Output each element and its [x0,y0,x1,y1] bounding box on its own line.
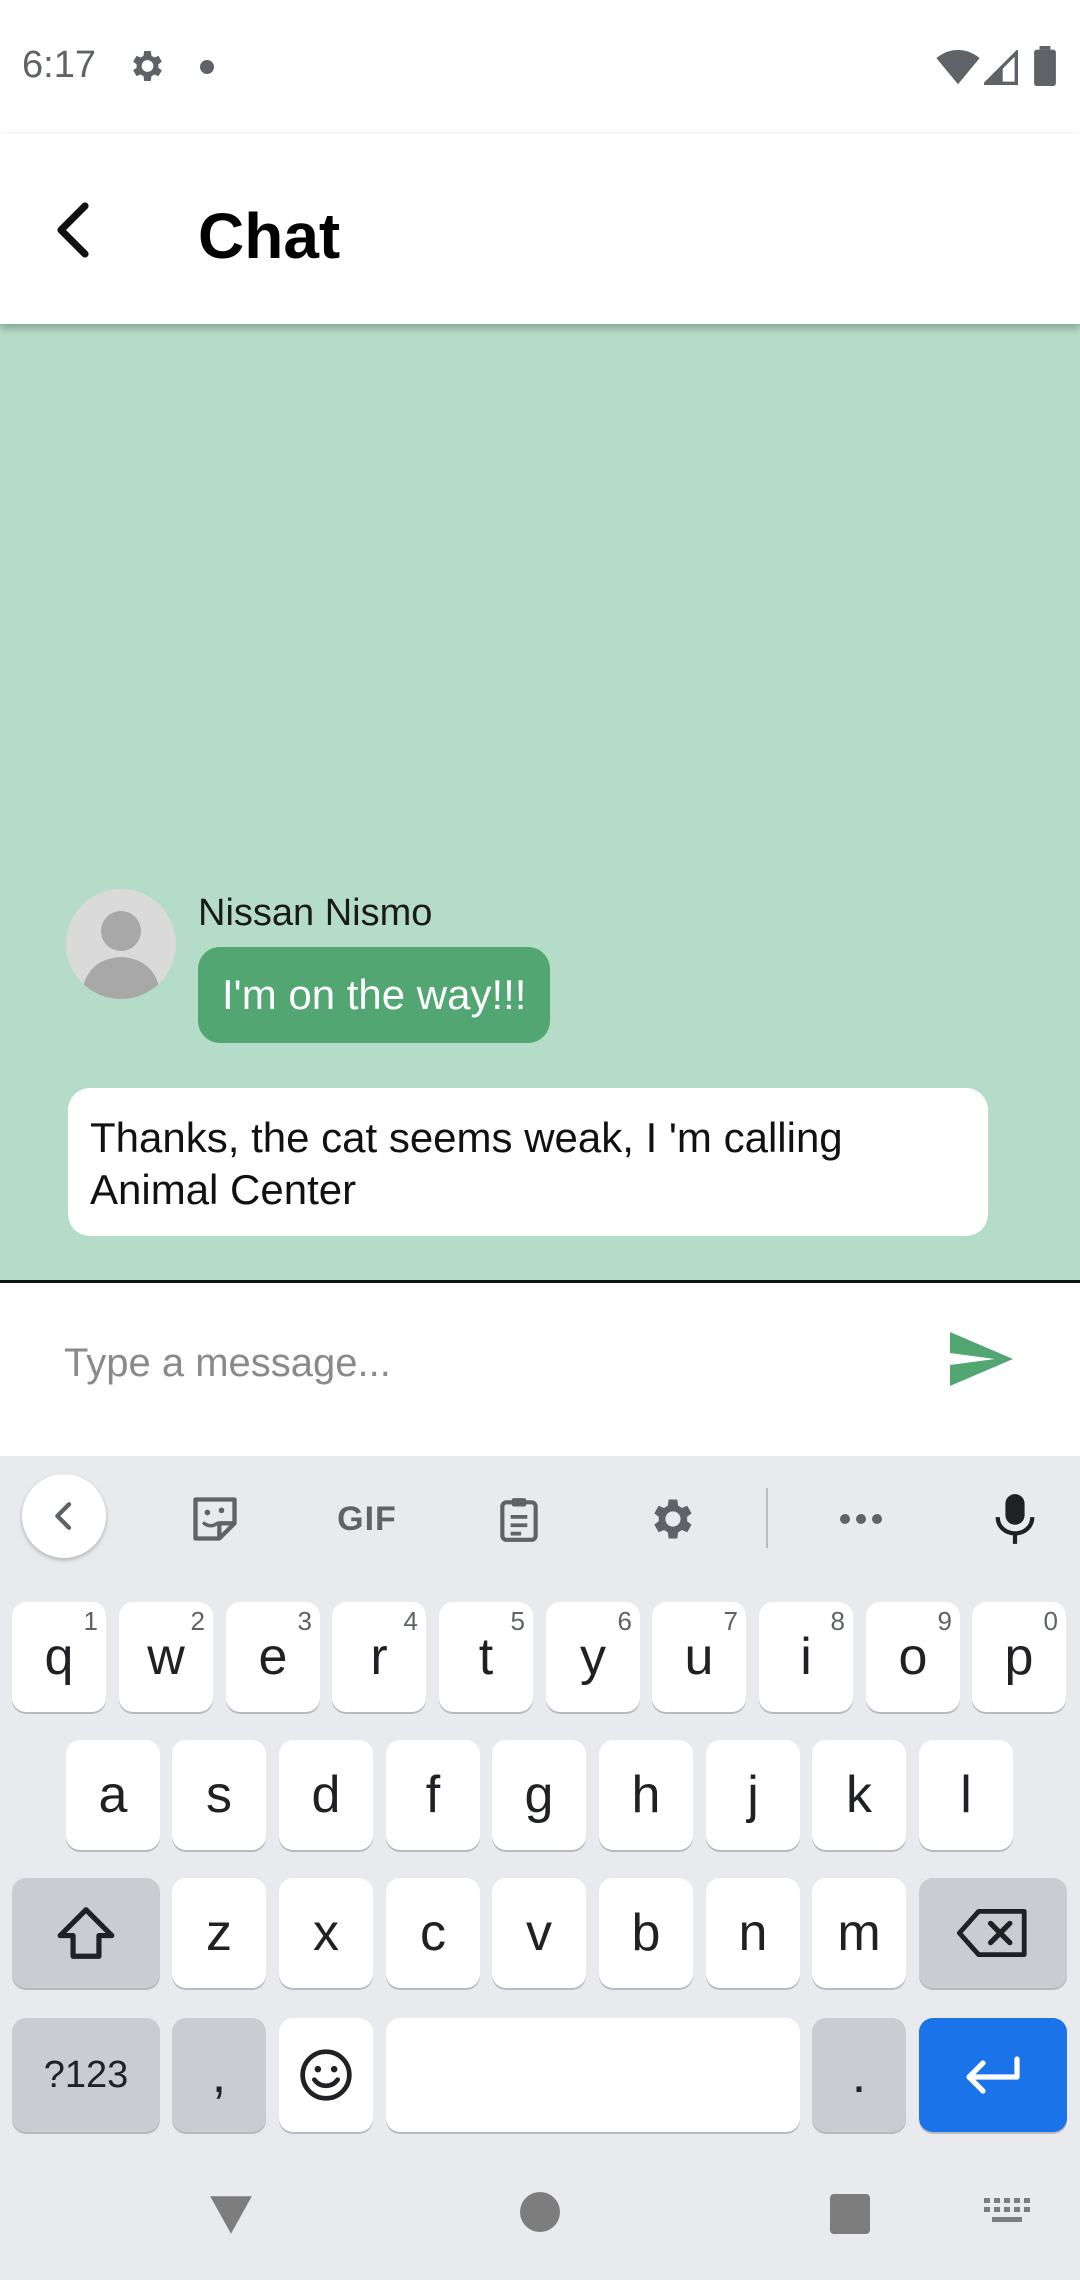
person-icon [81,911,161,999]
clipboard-icon[interactable] [484,1484,554,1554]
backspace-icon [957,1909,1027,1957]
send-icon[interactable] [944,1323,1016,1395]
avatar[interactable] [66,889,176,999]
key-q[interactable]: q1 [12,1602,106,1712]
signal-icon [984,50,1018,85]
enter-icon [966,2056,1020,2094]
page-title: Chat [198,200,341,272]
key-g[interactable]: g [492,1740,586,1850]
battery-icon [1034,46,1056,86]
key-s[interactable]: s [172,1740,266,1850]
key-k[interactable]: k [812,1740,906,1850]
key-n[interactable]: n [706,1878,800,1988]
key-c[interactable]: c [386,1878,480,1988]
gear-icon[interactable] [636,1484,706,1554]
key-b[interactable]: b [599,1878,693,1988]
emoji-key[interactable] [279,2018,373,2132]
wifi-icon [936,50,980,85]
key-e[interactable]: e3 [226,1602,320,1712]
key-m[interactable]: m [812,1878,906,1988]
period-key[interactable]: . [812,2018,906,2132]
gear-icon [133,51,162,81]
incoming-message-bubble[interactable]: I'm on the way!!! [198,947,551,1043]
key-hint: 5 [510,1606,525,1636]
keyboard-toolbar: GIF [0,1456,1080,1580]
gif-button[interactable]: GIF [332,1484,402,1554]
key-y[interactable]: y6 [546,1602,640,1712]
key-p[interactable]: p0 [972,1602,1066,1712]
nav-back-icon[interactable] [206,2190,256,2240]
key-label: i [800,1628,812,1686]
comma-key[interactable]: , [172,2018,266,2132]
key-label: r [370,1628,388,1686]
key-a[interactable]: a [66,1740,160,1850]
key-hint: 9 [937,1606,952,1636]
message-composer [0,1280,1080,1456]
notification-dot-icon [200,60,214,74]
key-v[interactable]: v [492,1878,586,1988]
key-j[interactable]: j [706,1740,800,1850]
outgoing-message-bubble[interactable]: Thanks, the cat seems weak, I 'm calling… [68,1088,988,1236]
navigation-bar [0,2160,1080,2280]
key-l[interactable]: l [919,1740,1013,1850]
status-bar: 6:17 [0,0,1080,134]
key-label: e [258,1628,288,1686]
app-bar: Chat [0,134,1080,324]
nav-home-icon[interactable] [520,2192,560,2232]
key-label: y [580,1628,606,1686]
microphone-icon[interactable] [980,1484,1050,1554]
key-label: u [684,1628,714,1686]
key-w[interactable]: w2 [119,1602,213,1712]
nav-recents-icon[interactable] [830,2194,870,2234]
key-h[interactable]: h [599,1740,693,1850]
key-i[interactable]: i8 [759,1602,853,1712]
key-d[interactable]: d [279,1740,373,1850]
key-label: q [44,1628,74,1686]
key-label: p [1004,1628,1034,1686]
sticker-icon[interactable] [180,1484,250,1554]
gif-label: GIF [337,1499,397,1538]
space-key[interactable] [386,2018,800,2132]
key-hint: 3 [297,1606,312,1636]
chevron-left-icon[interactable] [22,1474,106,1558]
shift-key[interactable] [12,1878,160,1988]
toolbar-divider [766,1488,768,1548]
key-label: w [147,1628,185,1686]
key-z[interactable]: z [172,1878,266,1988]
key-hint: 8 [830,1606,845,1636]
backspace-key[interactable] [919,1878,1067,1988]
key-x[interactable]: x [279,1878,373,1988]
key-hint: 6 [617,1606,632,1636]
key-t[interactable]: t5 [439,1602,533,1712]
key-hint: 1 [83,1606,98,1636]
key-hint: 2 [190,1606,205,1636]
key-r[interactable]: r4 [332,1602,426,1712]
message-input[interactable] [64,1323,884,1403]
enter-key[interactable] [919,2018,1067,2132]
status-time: 6:17 [22,44,96,86]
key-f[interactable]: f [386,1740,480,1850]
symbols-key[interactable]: ?123 [12,2018,160,2132]
chat-area[interactable]: Nissan Nismo I'm on the way!!! Thanks, t… [0,324,1080,1280]
back-arrow-icon[interactable] [40,194,112,266]
key-o[interactable]: o9 [866,1602,960,1712]
key-u[interactable]: u7 [652,1602,746,1712]
sender-name: Nissan Nismo [198,892,433,934]
keyboard-switch-icon[interactable] [984,2198,1030,2228]
key-hint: 4 [403,1606,418,1636]
key-label: o [898,1628,928,1686]
shift-icon [57,1907,115,1959]
keyboard: GIF q1 w2 e3 r4 t 5 y 6 u 7 i 8 o 9 p 0 … [0,1456,1080,2280]
more-horizontal-icon[interactable] [826,1484,896,1554]
key-hint: 7 [723,1606,738,1636]
emoji-icon [300,2049,352,2101]
key-label: t [478,1628,494,1686]
key-hint: 0 [1043,1606,1058,1636]
